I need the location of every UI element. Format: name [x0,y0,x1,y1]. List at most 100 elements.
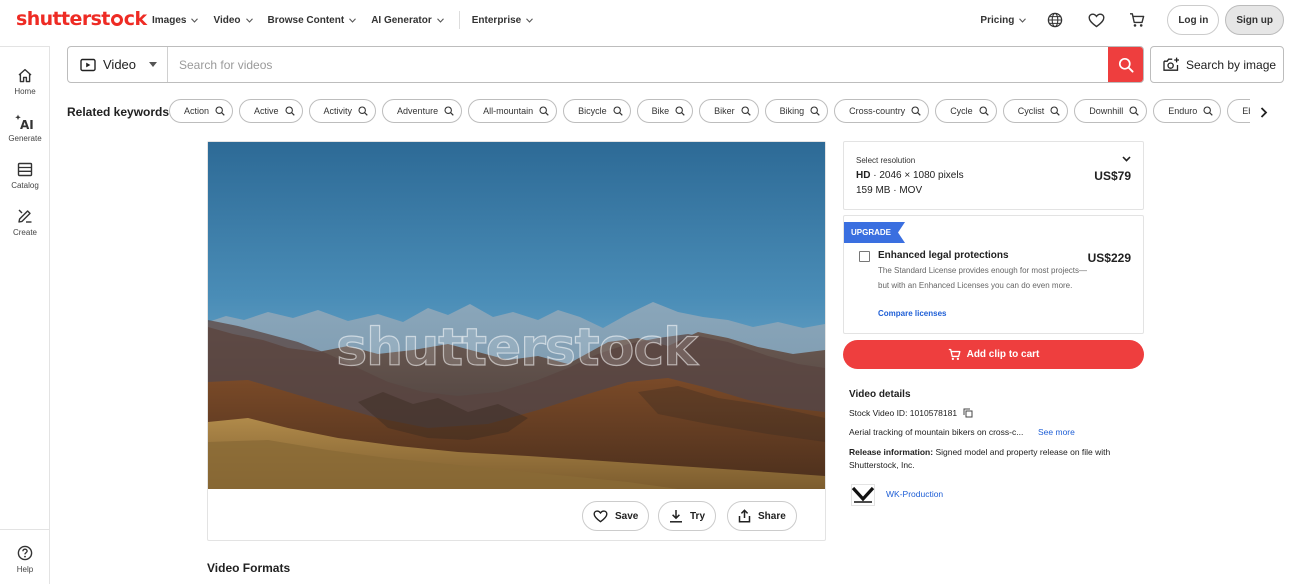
nav-divider [458,11,460,29]
search-icon [911,106,921,116]
keyword-chip[interactable]: Activity [308,99,377,123]
see-more-link[interactable]: See more [1038,427,1075,437]
chevron-right-icon [1260,106,1268,118]
search-icon [1050,106,1060,116]
sidebar-item-create[interactable]: Create [0,208,50,237]
video-watermark: shutterstock [336,317,699,378]
keywords-next-button[interactable] [1256,104,1272,120]
resolution-selector[interactable]: Select resolution HD · 2046 × 1080 pixel… [843,141,1144,210]
sidebar-item-generate[interactable]: AI Generate [0,114,50,143]
nav-right: Pricing Log in Sign up [980,5,1284,35]
nav-video[interactable]: Video [213,15,253,26]
keyword-chip[interactable]: Cyclist [1002,99,1069,123]
video-formats-title: Video Formats [207,561,291,575]
nav-pricing[interactable]: Pricing [980,15,1027,26]
search-input[interactable] [168,47,1108,82]
search-icon [741,106,751,116]
keyword-chip[interactable]: Downhill [1074,99,1148,123]
search-icon [284,106,295,116]
keyword-label: Bike [651,106,670,116]
sidebar-item-home[interactable]: Home [0,68,50,96]
share-label: Share [758,510,786,522]
search-icon [539,106,549,116]
nav-enterprise[interactable]: Enterprise [472,15,534,26]
stock-video-id-text: Stock Video ID: 1010578181 [849,408,958,418]
sidebar-item-label: Home [14,87,36,96]
shutterstock-logo[interactable]: shutterst ck [16,8,147,30]
keyword-chip[interactable]: Bike [636,99,694,123]
keyword-chip[interactable]: Ebike [1227,99,1250,123]
enhanced-license-checkbox[interactable] [859,251,870,262]
enhanced-license-price: US$229 [1087,251,1131,265]
contributor-logo[interactable] [851,484,875,506]
chevron-down-icon [436,17,444,23]
share-icon [738,509,751,523]
keyword-label: Ebike [1242,106,1250,116]
video-icon [80,58,96,71]
ai-generate-icon: AI [15,114,34,130]
cart-button[interactable] [1126,9,1148,31]
nav-images[interactable]: Images [152,15,199,26]
help-icon [17,545,33,561]
keyword-chip[interactable]: All-mountain [468,99,558,123]
home-icon [18,68,32,83]
signup-button[interactable]: Sign up [1225,5,1284,35]
upgrade-license-card: UPGRADE Enhanced legal protections US$22… [843,215,1144,334]
keyword-label: Biker [714,106,735,116]
language-button[interactable] [1044,9,1066,31]
login-button[interactable]: Log in [1167,5,1220,35]
sidebar-item-catalog[interactable]: Catalog [0,162,50,190]
chevron-down-icon [191,17,199,23]
video-details-title: Video details [849,389,911,400]
caret-down-icon [149,62,157,67]
keyword-chip[interactable]: Biker [699,99,759,123]
download-icon [670,510,682,523]
search-icon [979,106,989,116]
top-nav: shutterst ck Images Video Browse Content … [0,0,1300,40]
keyword-chip[interactable]: Adventure [382,99,463,123]
nav-browse-content[interactable]: Browse Content [268,15,357,26]
sidebar-item-label: Catalog [11,181,39,190]
nav-ai-generator[interactable]: AI Generator [371,15,444,26]
enhanced-license-title: Enhanced legal protections [878,250,1009,261]
resolution-price: US$79 [1094,169,1131,183]
keyword-chip[interactable]: Active [239,99,303,123]
cart-icon [1130,13,1145,27]
keyword-label: Bicycle [578,106,607,116]
release-information: Release information: Signed model and pr… [849,447,1111,470]
resolution-label: Select resolution [856,156,916,165]
chevron-down-icon [245,17,253,23]
chevron-down-icon [526,17,534,23]
sidebar-item-label: Create [12,228,37,237]
keyword-chip[interactable]: Enduro [1153,99,1222,123]
svg-text:AI: AI [20,118,34,130]
keyword-chip[interactable]: Cycle [935,99,997,123]
media-type-select[interactable]: Video [68,47,168,82]
search-by-image-button[interactable]: Search by image [1150,46,1284,83]
favorites-button[interactable] [1085,9,1107,31]
chevron-down-icon [1122,156,1131,162]
left-sidebar: Home AI Generate Catalog Create Help [0,46,50,584]
copy-icon[interactable] [963,408,973,418]
keyword-chip[interactable]: Bicycle [563,99,631,123]
keyword-label: Downhill [1089,106,1124,116]
compare-licenses-link[interactable]: Compare licenses [878,309,946,318]
keyword-label: Biking [779,106,805,116]
catalog-icon [17,162,33,177]
video-player[interactable]: shutterstock [208,142,825,489]
resolution-file-info: 159 MB · MOV [856,185,923,196]
video-description: Aerial tracking of mountain bikers on cr… [849,427,1024,437]
search-icon [1203,106,1213,116]
save-button[interactable]: Save [582,501,650,531]
add-to-cart-button[interactable]: Add clip to cart [843,340,1144,369]
try-button[interactable]: Try [658,501,717,531]
keyword-chip[interactable]: Cross-country [834,99,930,123]
keyword-label: Cycle [950,106,973,116]
sidebar-item-help[interactable]: Help [0,529,50,574]
keyword-chip[interactable]: Biking [764,99,829,123]
share-button[interactable]: Share [727,501,797,531]
search-submit-button[interactable] [1108,47,1143,82]
contributor-link[interactable]: WK-Production [886,489,943,499]
logo-ring [110,14,123,26]
keyword-chip[interactable]: Action [169,99,234,123]
